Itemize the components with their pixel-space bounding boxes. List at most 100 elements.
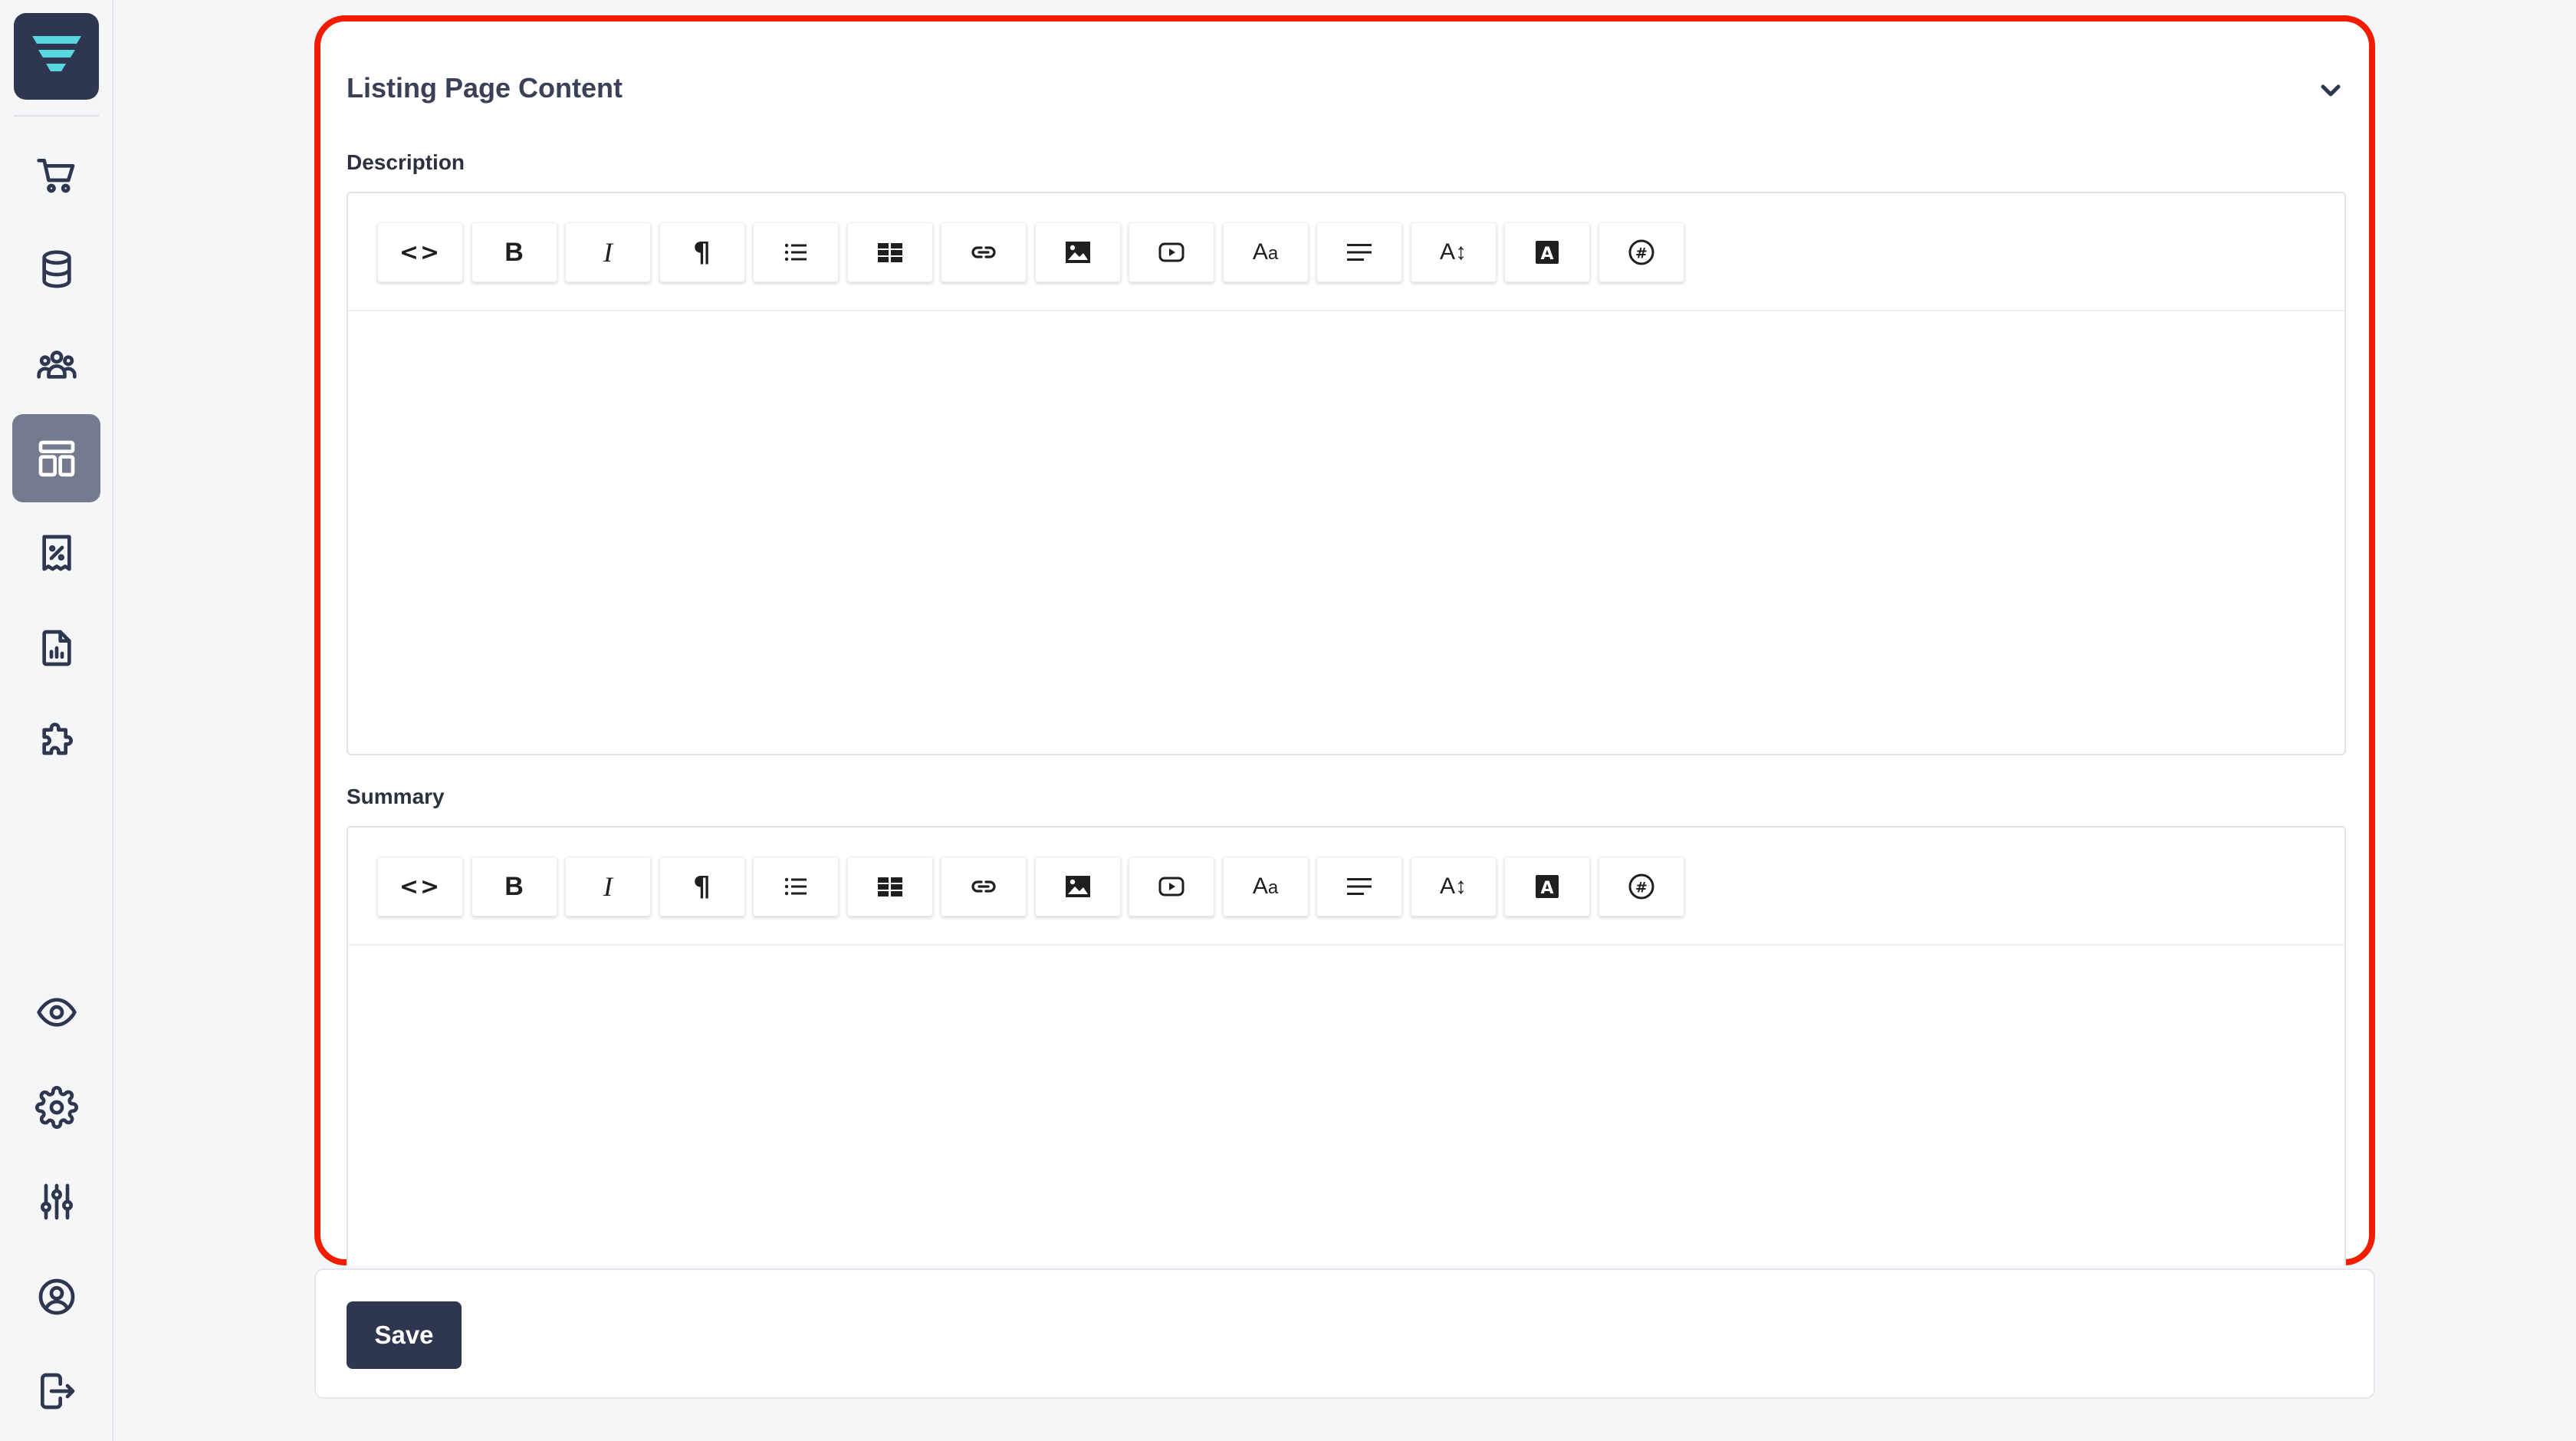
sidebar <box>0 0 113 1441</box>
toolbar-line-height-button[interactable]: A↕ <box>1410 222 1497 282</box>
toolbar-italic-button[interactable]: I <box>565 222 651 282</box>
text-color-icon: A <box>1536 875 1559 898</box>
hash-icon: # <box>1628 873 1654 900</box>
text-color-icon: A <box>1536 241 1559 264</box>
sidebar-item-settings[interactable] <box>12 1063 100 1151</box>
italic-icon: I <box>603 237 613 268</box>
toolbar-bold-button[interactable]: B <box>471 857 557 916</box>
list-icon <box>784 877 807 896</box>
image-icon <box>1065 242 1090 263</box>
sidebar-item-customers[interactable] <box>12 320 100 408</box>
collapse-toggle[interactable] <box>2315 78 2346 103</box>
hash-icon: # <box>1628 239 1654 265</box>
code-icon: <> <box>399 873 442 900</box>
table-icon <box>877 877 902 897</box>
toolbar-text-color-button[interactable]: A <box>1504 222 1590 282</box>
toolbar-italic-button[interactable]: I <box>565 857 651 916</box>
chevron-down-icon <box>2321 84 2341 97</box>
toolbar-link-button[interactable] <box>941 222 1027 282</box>
summary-toolbar: <> B I ¶ Aa A↕ A # <box>348 827 2344 946</box>
cart-icon <box>36 158 74 192</box>
svg-text:A: A <box>1540 879 1553 898</box>
align-icon <box>1347 244 1372 261</box>
line-height-icon: A↕ <box>1439 873 1467 899</box>
sidebar-item-preview[interactable] <box>12 968 100 1056</box>
code-icon: <> <box>399 239 442 266</box>
puzzle-icon <box>41 722 73 755</box>
toolbar-image-button[interactable] <box>1034 222 1121 282</box>
link-icon <box>971 880 996 893</box>
discount-receipt-icon <box>41 535 71 571</box>
toolbar-align-button[interactable] <box>1316 222 1402 282</box>
sidebar-item-reports[interactable] <box>12 604 100 692</box>
paragraph-icon: ¶ <box>693 870 711 903</box>
description-editor: <> B I ¶ Aa A↕ A # <box>347 192 2346 755</box>
font-icon: Aa <box>1252 239 1279 265</box>
sidebar-item-preferences[interactable] <box>12 1157 100 1245</box>
video-icon <box>1158 242 1184 262</box>
italic-icon: I <box>603 871 613 902</box>
user-circle-icon <box>38 1278 74 1314</box>
list-icon <box>784 243 807 262</box>
toolbar-paragraph-button[interactable]: ¶ <box>659 222 745 282</box>
toolbar-font-size-button[interactable]: Aa <box>1222 222 1309 282</box>
section-title: Listing Page Content <box>347 72 623 104</box>
actions-card: Save <box>314 1268 2375 1399</box>
database-icon <box>41 250 71 288</box>
sidebar-item-logout[interactable] <box>12 1347 100 1435</box>
toolbar-bullet-list-button[interactable] <box>753 857 839 916</box>
sidebar-item-content[interactable] <box>12 414 100 502</box>
report-icon <box>41 630 71 666</box>
toolbar-link-button[interactable] <box>941 857 1027 916</box>
bold-icon: B <box>504 871 524 901</box>
toolbar-table-button[interactable] <box>846 222 933 282</box>
sidebar-item-promotions[interactable] <box>12 508 100 597</box>
brand-logo[interactable] <box>14 13 99 100</box>
toolbar-special-chars-button[interactable]: # <box>1598 857 1684 916</box>
summary-label: Summary <box>347 785 445 808</box>
toolbar-bold-button[interactable]: B <box>471 222 557 282</box>
layout-icon <box>38 440 74 476</box>
sidebar-divider <box>14 115 99 117</box>
description-editor-area[interactable] <box>348 313 2344 754</box>
sidebar-item-account[interactable] <box>12 1252 100 1341</box>
eye-icon <box>36 997 77 1027</box>
toolbar-font-size-button[interactable]: Aa <box>1222 857 1309 916</box>
description-toolbar: <> B I ¶ Aa A↕ A # <box>348 193 2344 311</box>
toolbar-special-chars-button[interactable]: # <box>1598 222 1684 282</box>
toolbar-code-view-button[interactable]: <> <box>377 857 463 916</box>
sidebar-item-extensions[interactable] <box>12 698 100 786</box>
svg-text:A: A <box>1540 245 1553 264</box>
save-button[interactable]: Save <box>347 1301 462 1369</box>
users-group-icon <box>36 350 77 379</box>
svg-text:#: # <box>1635 880 1648 897</box>
toolbar-image-button[interactable] <box>1034 857 1121 916</box>
video-icon <box>1158 877 1184 897</box>
link-icon <box>971 246 996 258</box>
paragraph-icon: ¶ <box>693 236 711 268</box>
toolbar-text-color-button[interactable]: A <box>1504 857 1590 916</box>
summary-editor-area[interactable] <box>348 947 2344 1265</box>
line-height-icon: A↕ <box>1439 239 1467 265</box>
table-icon <box>877 243 902 262</box>
gear-icon <box>34 1085 78 1129</box>
toolbar-paragraph-button[interactable]: ¶ <box>659 857 745 916</box>
toolbar-video-button[interactable] <box>1129 222 1214 282</box>
toolbar-align-button[interactable] <box>1316 857 1402 916</box>
image-icon <box>1065 876 1090 897</box>
logout-icon <box>40 1373 74 1409</box>
summary-editor: <> B I ¶ Aa A↕ A # <box>347 826 2346 1265</box>
toolbar-code-view-button[interactable]: <> <box>377 222 463 282</box>
toolbar-bullet-list-button[interactable] <box>753 222 839 282</box>
font-icon: Aa <box>1252 873 1279 899</box>
toolbar-table-button[interactable] <box>846 857 933 916</box>
align-icon <box>1347 878 1372 895</box>
sliders-icon <box>40 1183 73 1219</box>
sidebar-item-catalog[interactable] <box>12 225 100 313</box>
toolbar-line-height-button[interactable]: A↕ <box>1410 857 1497 916</box>
description-label: Description <box>347 150 465 174</box>
sidebar-item-orders[interactable] <box>12 130 100 219</box>
bold-icon: B <box>504 237 524 267</box>
listing-page-content-card: Listing Page Content Description <> B I ¶ Aa… <box>314 15 2375 1265</box>
toolbar-video-button[interactable] <box>1129 857 1214 916</box>
